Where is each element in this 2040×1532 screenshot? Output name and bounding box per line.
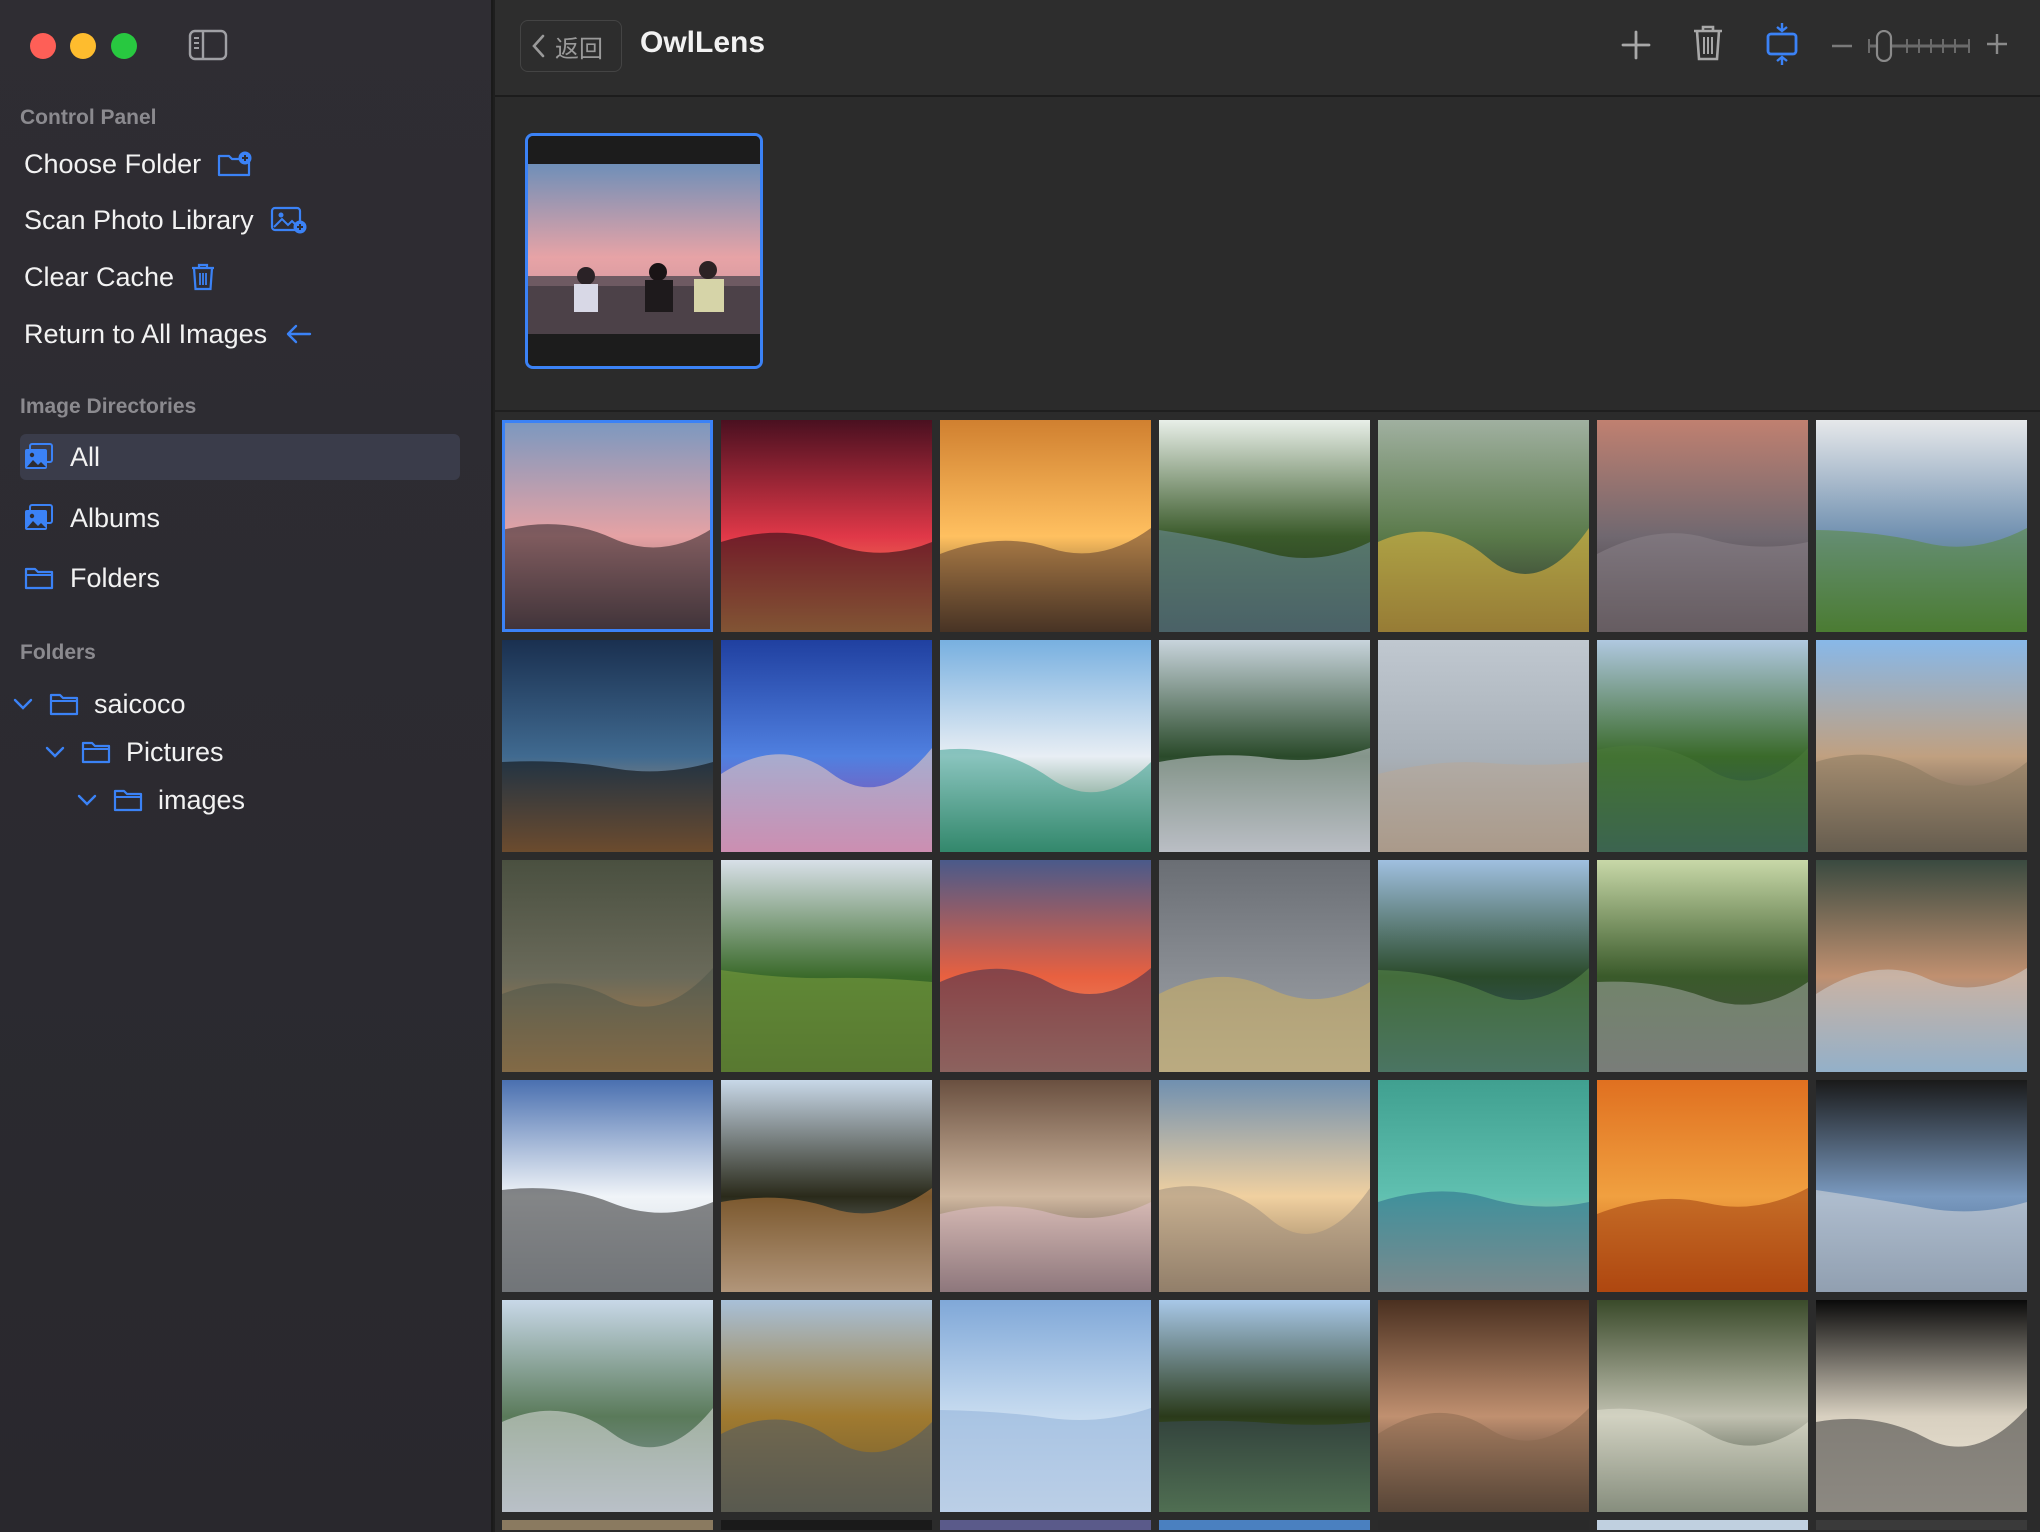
folder-icon bbox=[49, 693, 79, 716]
thumbnail-ceiling-lights[interactable] bbox=[721, 640, 932, 852]
page-title: OwlLens bbox=[640, 26, 766, 59]
sidebar-toggle-icon[interactable] bbox=[188, 29, 228, 61]
chevron-down-icon[interactable] bbox=[44, 744, 66, 760]
thumbnail-porthole-view[interactable] bbox=[1816, 1080, 2027, 1292]
thumbnail-autumn-forest[interactable] bbox=[721, 1300, 932, 1512]
thumbnail-park-walkers[interactable] bbox=[1597, 860, 1808, 1072]
folder-icon bbox=[24, 567, 54, 590]
dir-item-folders-label: Folders bbox=[70, 562, 161, 593]
sidebar: Control Panel Choose Folder Scan Photo L… bbox=[0, 0, 493, 1532]
thumbnail-pebble-beach[interactable] bbox=[1159, 1080, 1370, 1292]
photos-icon bbox=[25, 443, 53, 469]
trash-icon bbox=[192, 263, 215, 291]
arrow-left-icon bbox=[286, 324, 312, 344]
thumbnail-yoga-poses[interactable] bbox=[1378, 420, 1589, 632]
dir-item-all-label: All bbox=[70, 441, 101, 472]
chevron-down-icon[interactable] bbox=[12, 696, 34, 712]
clear-cache-button[interactable]: Clear Cache bbox=[24, 257, 216, 297]
thumbnail-floating-dock[interactable] bbox=[502, 860, 713, 1072]
thumbnail-restaurant-group[interactable] bbox=[1378, 1300, 1589, 1512]
dir-item-albums-label: Albums bbox=[70, 502, 161, 533]
thumbnail-red-clouds[interactable] bbox=[940, 860, 1151, 1072]
folders-heading: Folders bbox=[20, 641, 96, 664]
thumbnail-partial[interactable] bbox=[1159, 1520, 1370, 1530]
thumbnail-snorkeler[interactable] bbox=[1378, 1080, 1589, 1292]
thumbnail-partial[interactable] bbox=[1597, 1520, 1808, 1530]
thumbnail-forest-path[interactable] bbox=[1597, 1300, 1808, 1512]
tree-item-pictures-label: Pictures bbox=[126, 736, 224, 767]
zoom-plus-icon[interactable] bbox=[1985, 32, 2009, 56]
thumbnail-grid bbox=[502, 420, 2032, 1532]
tree-item-saicoco-label: saicoco bbox=[94, 688, 186, 719]
chevron-left-icon bbox=[532, 34, 545, 58]
thumbnail-party-group[interactable] bbox=[1816, 860, 2027, 1072]
thumbnail-turquoise-lake[interactable] bbox=[940, 640, 1151, 852]
thumbnail-stormy-sky[interactable] bbox=[1159, 860, 1370, 1072]
zoom-slider[interactable] bbox=[1867, 30, 1971, 62]
thumbnail-partial[interactable] bbox=[940, 1520, 1151, 1530]
photos-icon bbox=[25, 504, 53, 530]
thumbnail-island-tree[interactable] bbox=[1159, 1300, 1370, 1512]
folder-icon bbox=[113, 789, 143, 812]
dir-item-folders[interactable]: Folders bbox=[24, 555, 460, 601]
thumbnail-sailboat-lake[interactable] bbox=[1159, 640, 1370, 852]
thumbnail-green-lawn[interactable] bbox=[721, 860, 932, 1072]
thumbnail-dinner-table[interactable] bbox=[940, 1080, 1151, 1292]
chevron-down-icon[interactable] bbox=[76, 792, 98, 808]
tree-item-images-label: images bbox=[158, 784, 246, 815]
minimize-window-button[interactable] bbox=[70, 33, 96, 59]
back-button[interactable]: 返回 bbox=[520, 20, 622, 72]
choose-folder-label: Choose Folder bbox=[24, 148, 202, 179]
folder-icon bbox=[81, 741, 111, 764]
control-panel-heading: Control Panel bbox=[20, 106, 157, 129]
trash-icon[interactable] bbox=[1692, 24, 1724, 62]
tree-item-images[interactable]: images bbox=[76, 780, 245, 820]
clear-cache-label: Clear Cache bbox=[24, 261, 175, 292]
preview-photo bbox=[528, 136, 760, 366]
photo-plus-icon bbox=[270, 206, 307, 234]
thumbnail-lake-reflection[interactable] bbox=[1378, 860, 1589, 1072]
plus-icon[interactable] bbox=[1620, 29, 1652, 61]
thumbnail-lake-reeds[interactable] bbox=[1816, 420, 2027, 632]
thumbnail-partial[interactable] bbox=[1378, 1520, 1589, 1530]
main-content: 返回 OwlLens bbox=[495, 0, 2040, 1532]
tree-item-saicoco[interactable]: saicoco bbox=[12, 684, 186, 724]
thumbnail-partial[interactable] bbox=[1816, 1520, 2027, 1530]
thumbnail-rocky-shore-dusk[interactable] bbox=[1597, 420, 1808, 632]
fit-icon[interactable] bbox=[1765, 22, 1799, 66]
dir-item-all[interactable]: All bbox=[20, 434, 460, 480]
scan-photo-library-button[interactable]: Scan Photo Library bbox=[24, 200, 308, 240]
preview-area bbox=[495, 97, 2040, 412]
back-button-label: 返回 bbox=[555, 35, 603, 63]
tree-item-pictures[interactable]: Pictures bbox=[44, 732, 224, 772]
return-to-all-images-button[interactable]: Return to All Images bbox=[24, 314, 313, 354]
image-directories-heading: Image Directories bbox=[20, 395, 197, 418]
zoom-window-button[interactable] bbox=[111, 33, 137, 59]
zoom-minus-icon[interactable] bbox=[1830, 44, 1854, 48]
thumbnail-mountain-lake[interactable] bbox=[502, 1300, 713, 1512]
toolbar: 返回 OwlLens bbox=[495, 0, 2040, 97]
thumbnail-pier-haze[interactable] bbox=[1378, 640, 1589, 852]
return-to-all-images-label: Return to All Images bbox=[24, 318, 268, 349]
scan-photo-library-label: Scan Photo Library bbox=[24, 204, 254, 235]
thumbnail-harbor-crane[interactable] bbox=[1816, 640, 2027, 852]
thumbnail-orange-sunset-reflection[interactable] bbox=[940, 420, 1151, 632]
thumbnail-orange-sea-sunset[interactable] bbox=[1597, 1080, 1808, 1292]
thumbnail-red-sunset-lake[interactable] bbox=[721, 420, 932, 632]
thumbnail-beach-volleyball[interactable] bbox=[1816, 1300, 2027, 1512]
thumbnail-partial[interactable] bbox=[721, 1520, 932, 1530]
thumbnail-snowy-tree[interactable] bbox=[502, 1080, 713, 1292]
thumbnail-green-river[interactable] bbox=[1597, 640, 1808, 852]
thumbnail-sunset-dock[interactable] bbox=[502, 420, 713, 632]
thumbnail-partial[interactable] bbox=[502, 1520, 713, 1530]
thumbnail-sun-flare-sky[interactable] bbox=[940, 1300, 1151, 1512]
selected-image-preview[interactable] bbox=[525, 133, 763, 369]
folder-plus-icon bbox=[218, 151, 252, 177]
thumbnail-forest-lake-swimmers[interactable] bbox=[1159, 420, 1370, 632]
thumbnail-lakeside-tree[interactable] bbox=[721, 1080, 932, 1292]
close-window-button[interactable] bbox=[30, 33, 56, 59]
thumbnail-twilight-silhouette[interactable] bbox=[502, 640, 713, 852]
choose-folder-button[interactable]: Choose Folder bbox=[24, 144, 253, 184]
dir-item-albums[interactable]: Albums bbox=[24, 495, 460, 541]
